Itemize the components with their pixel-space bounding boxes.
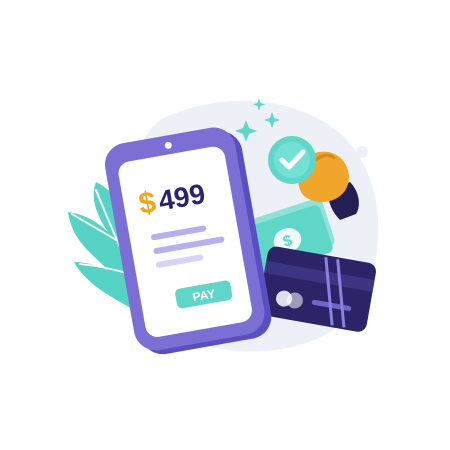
checkmark-icon [268, 136, 316, 184]
background-dot [356, 146, 368, 158]
payment-illustration: $ $ 499 PAY [68, 98, 379, 355]
